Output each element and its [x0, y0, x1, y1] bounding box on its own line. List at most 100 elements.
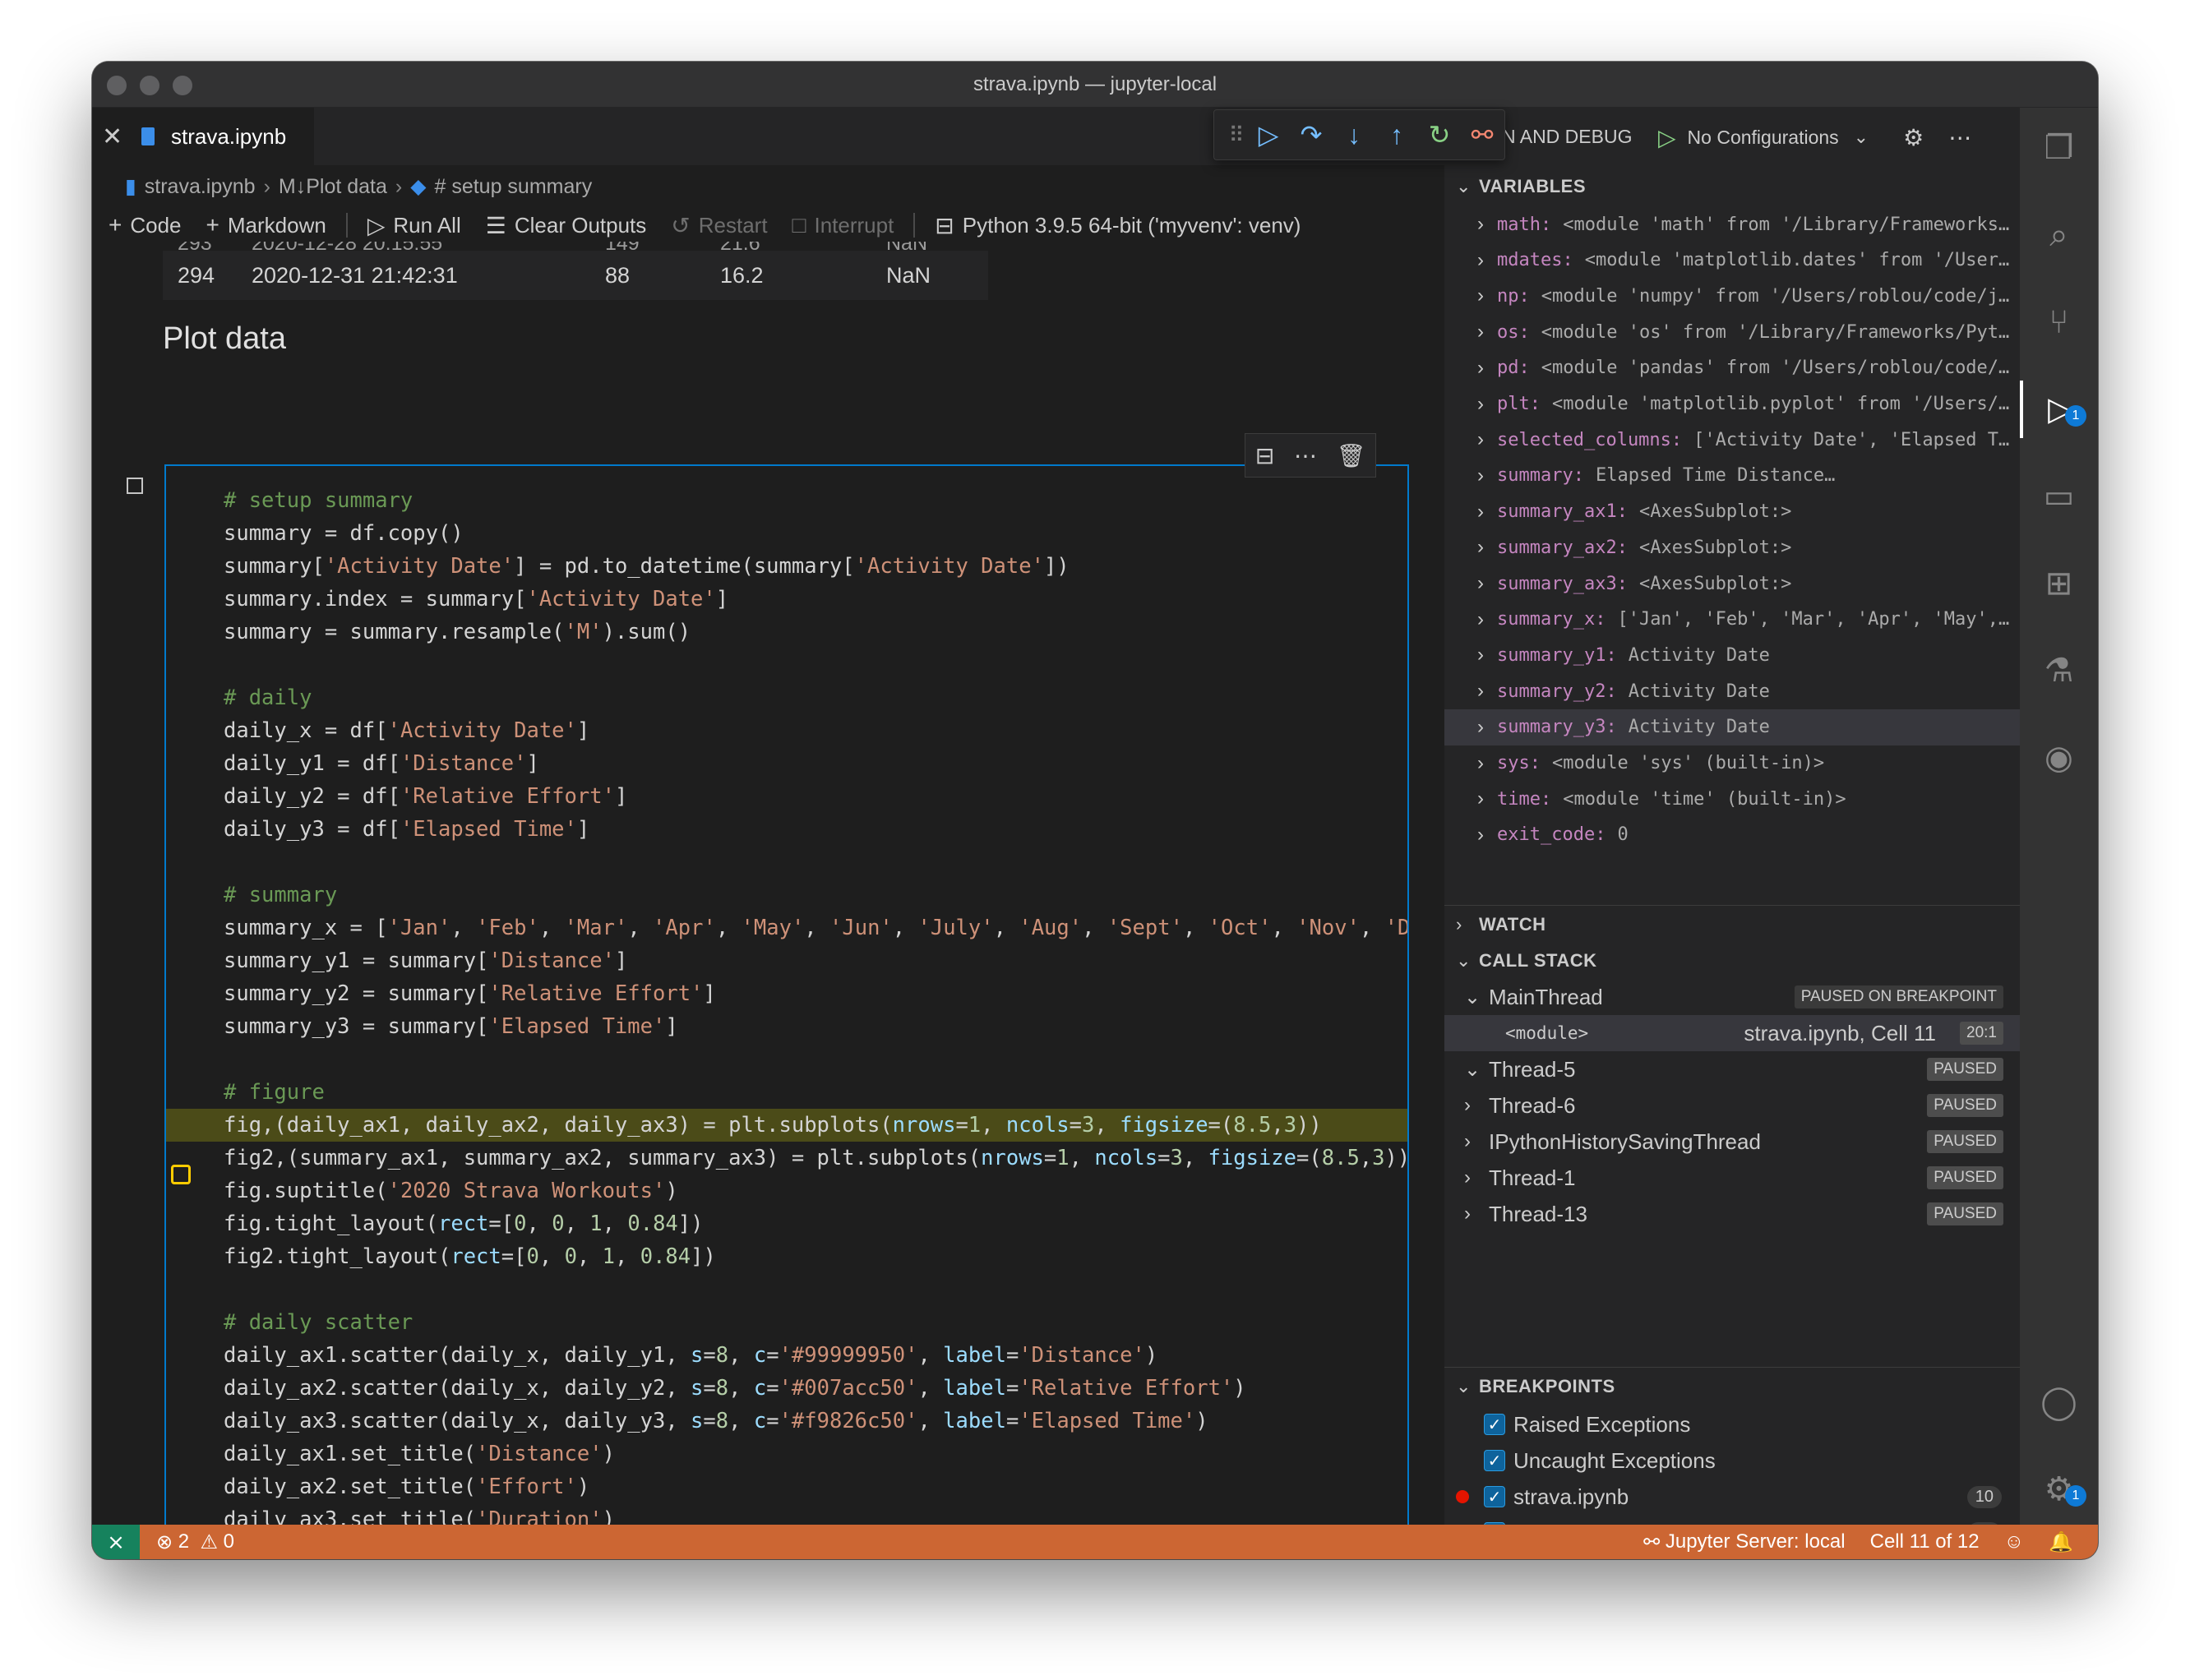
breakpoint-item[interactable]: ✓ Raised Exceptions: [1444, 1406, 2020, 1442]
chevron-down-icon: ⌄: [1464, 985, 1481, 1008]
remote-explorer-icon[interactable]: ▭: [2020, 468, 2098, 525]
run-configuration-picker[interactable]: ▷ No Configurations ⌄ ⚙ ⋯: [1658, 119, 1971, 155]
variable-row[interactable]: › os: <module 'os' from '/Library/Framewor…: [1444, 314, 2020, 350]
row-value-a: 88: [605, 262, 631, 288]
gear-icon[interactable]: ⚙: [1903, 124, 1924, 151]
variable-name: sys:: [1497, 753, 1541, 773]
call-stack-section-header[interactable]: ⌄ CALL STACK: [1444, 944, 2020, 977]
breakpoints-section-header[interactable]: ⌄ BREAKPOINTS: [1444, 1370, 2020, 1403]
drag-handle-icon[interactable]: ⠿: [1226, 122, 1247, 148]
cell-run-status[interactable]: [127, 478, 143, 494]
close-icon[interactable]: ✕: [102, 122, 122, 151]
status-badge: PAUSED: [1927, 1202, 2003, 1225]
breakpoint-current-line-icon: [171, 1165, 191, 1184]
manage-gear-icon[interactable]: ⚙: [2020, 1461, 2098, 1518]
remote-indicator[interactable]: ⨯: [92, 1525, 140, 1559]
continue-icon[interactable]: ▷: [1247, 119, 1290, 150]
markdown-heading[interactable]: Plot data: [163, 321, 286, 357]
variable-row[interactable]: › summary_ax3: <AxesSubplot:>: [1444, 565, 2020, 602]
extensions-icon[interactable]: ⊞: [2020, 555, 2098, 612]
tab-strava[interactable]: ✕ strava.ipynb: [92, 108, 314, 165]
variable-name: summary_ax2:: [1497, 537, 1628, 558]
call-stack-frame[interactable]: <module> strava.ipynb, Cell 11 20:1: [1444, 1015, 2020, 1051]
breakpoint-checkbox[interactable]: ✓: [1484, 1450, 1505, 1471]
variable-row[interactable]: › summary_ax1: <AxesSubplot:>: [1444, 494, 2020, 530]
run-all-button[interactable]: ▷ Run All: [367, 212, 461, 239]
problems-indicator[interactable]: ⊗ 2 ⚠ 0: [156, 1530, 234, 1554]
call-stack-thread-main[interactable]: ⌄ MainThread PAUSED ON BREAKPOINT: [1444, 979, 2020, 1015]
variable-row[interactable]: › summary_y1: Activity Date: [1444, 637, 2020, 673]
step-over-icon[interactable]: ↷: [1290, 119, 1333, 150]
breadcrumb-file[interactable]: strava.ipynb: [145, 175, 256, 199]
testing-icon[interactable]: ⚗: [2020, 642, 2098, 699]
disconnect-icon[interactable]: ⚯: [1461, 119, 1504, 150]
add-code-cell-button[interactable]: + Code: [109, 212, 182, 238]
breakpoint-item[interactable]: ✓ Uncaught Exceptions: [1444, 1442, 2020, 1479]
variable-row[interactable]: › sys: <module 'sys' (built-in)>: [1444, 745, 2020, 782]
variable-value: Elapsed Time Distance…: [1595, 465, 1836, 487]
explorer-icon[interactable]: ❐: [2020, 119, 2098, 177]
breadcrumb-section[interactable]: M↓Plot data: [279, 175, 387, 199]
github-icon[interactable]: ◉: [2020, 729, 2098, 787]
play-icon[interactable]: ▷: [1658, 124, 1676, 151]
source-control-icon[interactable]: ⑂: [2020, 293, 2098, 351]
breakpoint-item[interactable]: ✓ strava.ipynb 10: [1444, 1479, 2020, 1515]
variable-row[interactable]: › time: <module 'time' (built-in)>: [1444, 781, 2020, 817]
variable-value: Activity Date: [1628, 644, 1770, 666]
breakpoint-checkbox[interactable]: ✓: [1484, 1486, 1505, 1507]
variable-name: exit_code:: [1497, 824, 1606, 846]
chevron-down-icon: ⌄: [1456, 1376, 1472, 1396]
watch-section-header[interactable]: › WATCH: [1444, 908, 2020, 941]
variable-row[interactable]: › np: <module 'numpy' from '/Users/roblou/…: [1444, 278, 2020, 314]
call-stack-thread[interactable]: › IPythonHistorySavingThread PAUSED: [1444, 1124, 2020, 1160]
interrupt-kernel-button[interactable]: □ Interrupt: [792, 212, 894, 238]
clear-all-icon: ☰: [485, 212, 506, 238]
status-badge: PAUSED ON BREAKPOINT: [1794, 985, 2003, 1008]
call-stack-thread[interactable]: › Thread-1 PAUSED: [1444, 1160, 2020, 1196]
variables-section-header[interactable]: ⌄ VARIABLES: [1444, 170, 2020, 203]
delete-cell-icon[interactable]: 🗑: [1337, 442, 1366, 469]
clear-outputs-button[interactable]: ☰ Clear Outputs: [486, 212, 647, 239]
variable-row[interactable]: › summary_x: ['Jan', 'Feb', 'Mar', 'Apr', …: [1444, 602, 2020, 638]
jupyter-server-status[interactable]: ⚯ Jupyter Server: local: [1643, 1530, 1846, 1554]
call-stack-thread[interactable]: ⌄ Thread-5 PAUSED: [1444, 1051, 2020, 1087]
breakpoint-item[interactable]: ✓strava.ipynb20: [1444, 1515, 2020, 1525]
restart-icon[interactable]: ↻: [1418, 119, 1461, 150]
kernel-picker[interactable]: ⊟ Python 3.9.5 64-bit ('myvenv': venv): [935, 212, 1301, 239]
feedback-icon[interactable]: ☺: [2004, 1530, 2025, 1553]
run-debug-icon[interactable]: ▷: [2020, 381, 2098, 438]
variable-value: <module 'sys' (built-in)>: [1551, 753, 1825, 773]
call-stack-thread[interactable]: › Thread-6 PAUSED: [1444, 1087, 2020, 1124]
account-icon[interactable]: ◯: [2020, 1373, 2098, 1431]
step-into-icon[interactable]: ↓: [1333, 120, 1375, 150]
chevron-right-icon: ›: [1477, 751, 1484, 774]
variable-row[interactable]: › summary: Elapsed Time Distance…: [1444, 458, 2020, 494]
step-out-icon[interactable]: ↑: [1375, 120, 1418, 150]
variable-row[interactable]: › summary_y2: Activity Date: [1444, 673, 2020, 709]
chevron-right-icon: ›: [1477, 536, 1484, 559]
call-stack-thread[interactable]: › Thread-13 PAUSED: [1444, 1196, 2020, 1232]
more-icon[interactable]: ⋯: [1294, 442, 1317, 469]
search-icon[interactable]: ⌕: [2020, 206, 2098, 264]
code-editor[interactable]: # setup summary summary = df.copy() summar…: [166, 484, 1407, 1525]
variable-value: Activity Date: [1628, 717, 1770, 738]
variable-row[interactable]: › summary_ax2: <AxesSubplot:>: [1444, 529, 2020, 565]
notifications-icon[interactable]: 🔔: [2049, 1530, 2073, 1554]
variable-row[interactable]: › selected_columns: ['Activity Date', 'Ela…: [1444, 422, 2020, 458]
variable-name: summary_ax1:: [1497, 501, 1628, 523]
cell-indicator[interactable]: Cell 11 of 12: [1870, 1530, 1980, 1553]
variable-row[interactable]: › mdates: <module 'matplotlib.dates' from …: [1444, 242, 2020, 279]
split-cell-icon[interactable]: ⊟: [1255, 442, 1274, 469]
add-markdown-cell-button[interactable]: + Markdown: [206, 212, 326, 238]
variable-row[interactable]: › summary_y3: Activity Date: [1444, 708, 2020, 745]
variable-row[interactable]: › math: <module 'math' from '/Library/Fram…: [1444, 206, 2020, 242]
breadcrumb-symbol[interactable]: # setup summary: [434, 175, 592, 199]
breakpoint-checkbox[interactable]: ✓: [1484, 1414, 1505, 1435]
output-table-row: 294 2020-12-31 21:42:31 88 16.2 NaN: [163, 251, 988, 300]
restart-kernel-button[interactable]: ↺ Restart: [671, 212, 767, 239]
more-icon[interactable]: ⋯: [1948, 124, 1971, 151]
variable-row[interactable]: › plt: <module 'matplotlib.pyplot' from '/…: [1444, 386, 2020, 422]
variable-row[interactable]: › exit_code: 0: [1444, 817, 2020, 853]
code-cell[interactable]: # setup summary summary = df.copy() summar…: [164, 464, 1409, 1525]
variable-row[interactable]: › pd: <module 'pandas' from '/Users/roblou…: [1444, 350, 2020, 386]
